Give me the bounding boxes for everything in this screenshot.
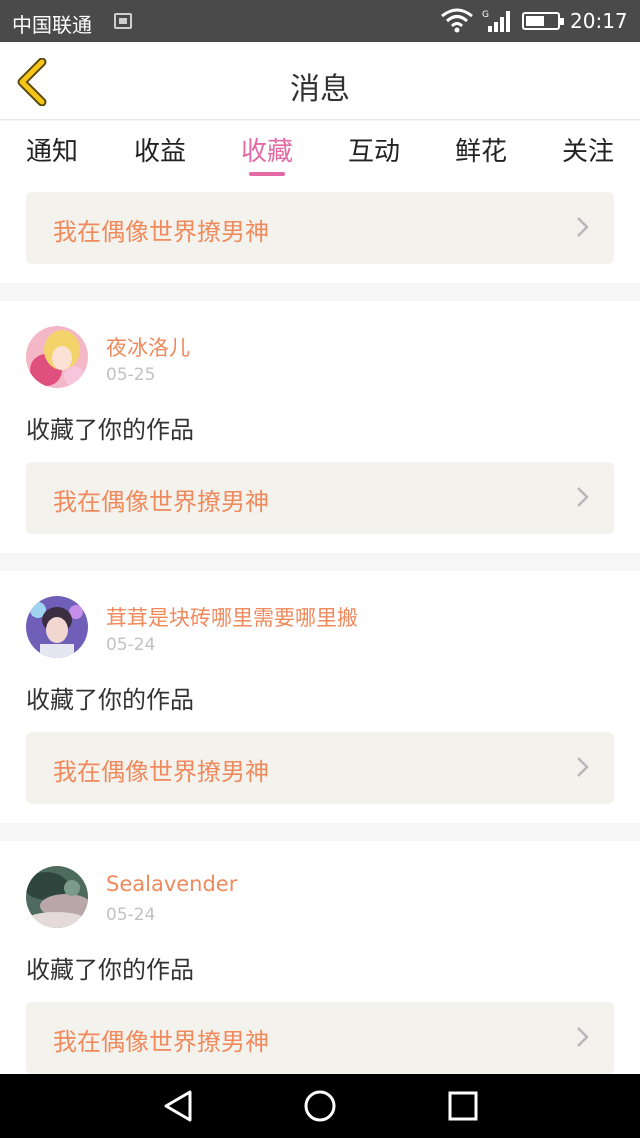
chevron-right-icon xyxy=(577,487,589,507)
message-card: 夜冰洛儿 05-25 收藏了你的作品 我在偶像世界撩男神 xyxy=(0,301,640,553)
tab-earnings[interactable]: 收益 xyxy=(110,131,210,168)
active-tab-indicator xyxy=(249,172,285,176)
message-card: 我在偶像世界撩男神 xyxy=(0,181,640,283)
action-text: 收藏了你的作品 xyxy=(26,956,194,984)
work-title: 我在偶像世界撩男神 xyxy=(53,758,269,786)
carrier-name: 中国联通 xyxy=(12,13,92,37)
tab-notifications[interactable]: 通知 xyxy=(2,131,102,168)
message-list[interactable]: 我在偶像世界撩男神 夜冰洛儿 05-25 收藏了你的作品 我在偶像世界撩男神 茸… xyxy=(0,181,640,1074)
action-text: 收藏了你的作品 xyxy=(26,686,194,714)
work-title: 我在偶像世界撩男神 xyxy=(53,488,269,516)
status-bar: 中国联通 G 20:17 xyxy=(0,0,640,42)
wifi-icon xyxy=(441,8,473,33)
tab-bar: 通知 收益 收藏 互动 鲜花 关注 xyxy=(0,121,640,181)
chevron-right-icon xyxy=(577,1027,589,1047)
message-date: 05-24 xyxy=(106,635,156,655)
work-link[interactable]: 我在偶像世界撩男神 xyxy=(26,462,614,534)
tab-follows[interactable]: 关注 xyxy=(538,131,638,168)
system-navigation-bar xyxy=(0,1074,640,1138)
message-date: 05-25 xyxy=(106,365,156,385)
message-date: 05-24 xyxy=(106,905,156,925)
user-row: 茸茸是块砖哪里需要哪里搬 05-24 xyxy=(26,596,614,660)
chevron-right-icon xyxy=(577,217,589,237)
avatar[interactable] xyxy=(26,326,88,388)
work-title: 我在偶像世界撩男神 xyxy=(53,218,269,246)
battery-fill xyxy=(526,16,544,26)
avatar[interactable] xyxy=(26,596,88,658)
header: 消息 xyxy=(0,42,640,120)
clock: 20:17 xyxy=(570,9,628,33)
recents-square-icon[interactable] xyxy=(445,1088,481,1124)
user-row: Sealavender 05-24 xyxy=(26,866,614,930)
user-name[interactable]: Sealavender xyxy=(106,872,237,896)
home-circle-icon[interactable] xyxy=(302,1088,338,1124)
page-title: 消息 xyxy=(290,72,350,107)
back-triangle-icon[interactable] xyxy=(160,1088,196,1124)
work-link[interactable]: 我在偶像世界撩男神 xyxy=(26,732,614,804)
image-notification-icon xyxy=(114,13,132,29)
avatar[interactable] xyxy=(26,866,88,928)
user-row: 夜冰洛儿 05-25 xyxy=(26,326,614,390)
tab-interactions[interactable]: 互动 xyxy=(324,131,424,168)
tab-flowers[interactable]: 鲜花 xyxy=(431,131,531,168)
work-link[interactable]: 我在偶像世界撩男神 xyxy=(26,1002,614,1074)
signal-icon: G xyxy=(482,10,510,32)
work-title: 我在偶像世界撩男神 xyxy=(53,1028,269,1056)
message-card: 茸茸是块砖哪里需要哪里搬 05-24 收藏了你的作品 我在偶像世界撩男神 xyxy=(0,571,640,823)
tab-favorites[interactable]: 收藏 xyxy=(217,131,317,168)
action-text: 收藏了你的作品 xyxy=(26,416,194,444)
message-card: Sealavender 05-24 收藏了你的作品 我在偶像世界撩男神 xyxy=(0,841,640,1074)
user-name[interactable]: 茸茸是块砖哪里需要哪里搬 xyxy=(106,602,358,632)
chevron-right-icon xyxy=(577,757,589,777)
network-type-label: G xyxy=(482,10,489,20)
work-link[interactable]: 我在偶像世界撩男神 xyxy=(26,192,614,264)
battery-icon xyxy=(522,12,564,30)
user-name[interactable]: 夜冰洛儿 xyxy=(106,332,190,362)
